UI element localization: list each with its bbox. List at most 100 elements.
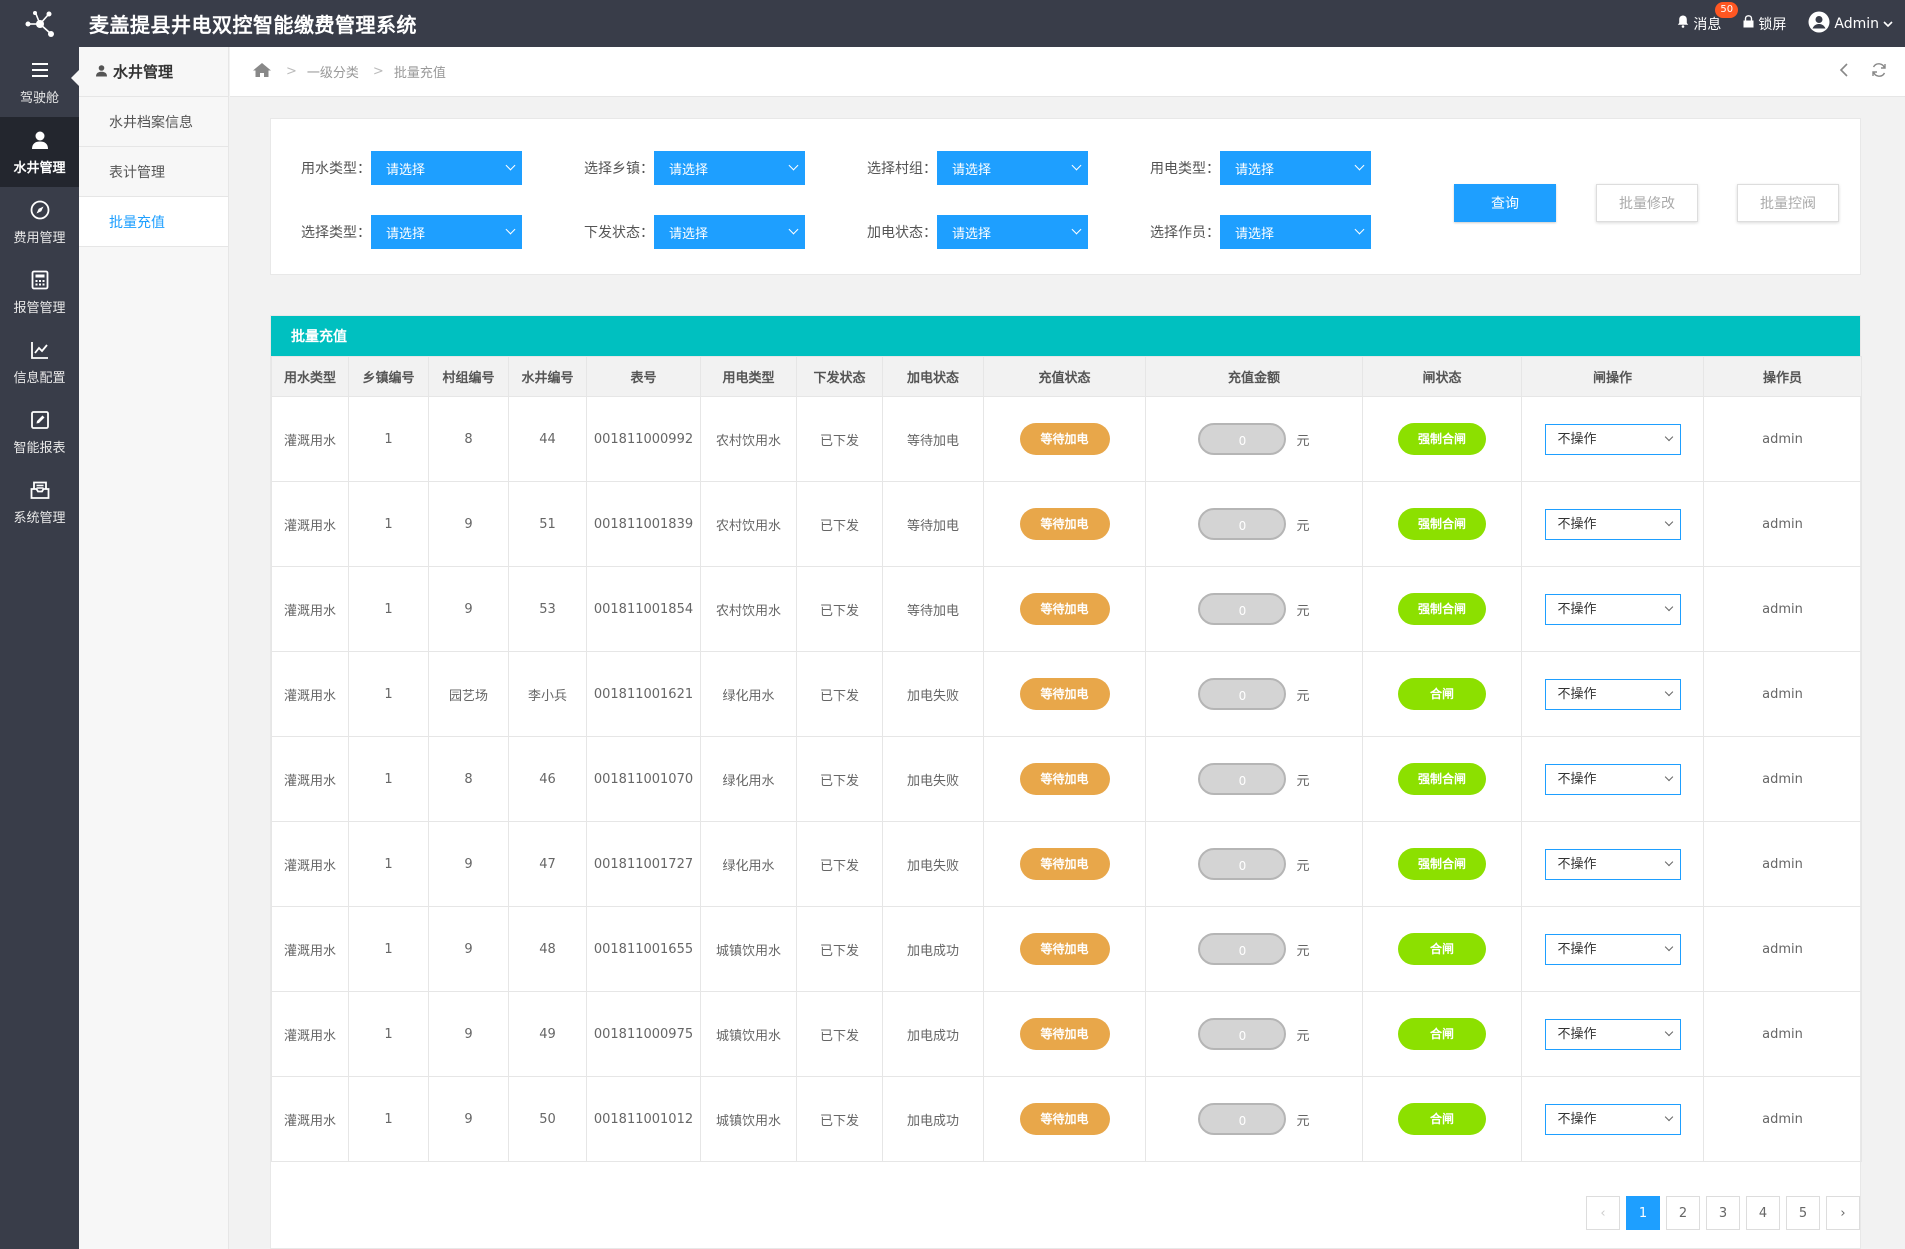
- sidebar-item-cockpit[interactable]: 驾驶舱: [0, 47, 79, 117]
- currency-unit: 元: [1296, 433, 1310, 449]
- recharge-amount-input[interactable]: 0: [1198, 1018, 1287, 1050]
- page-button[interactable]: 1: [1626, 1196, 1660, 1230]
- recharge-status-badge[interactable]: 等待加电: [1019, 1018, 1110, 1050]
- type-select[interactable]: 请选择: [371, 215, 522, 249]
- gate-status-badge[interactable]: 强制合闸: [1398, 508, 1486, 540]
- chevron-down-icon: [1354, 224, 1365, 235]
- breadcrumb-level1[interactable]: 一级分类: [307, 62, 359, 81]
- operator-select[interactable]: 请选择: [1220, 215, 1371, 249]
- chevron-down-icon: [788, 224, 799, 235]
- gate-operation-select[interactable]: 不操作: [1544, 423, 1681, 455]
- filter-type: 选择类型： 请选择: [271, 215, 554, 249]
- page-button[interactable]: 3: [1706, 1196, 1740, 1230]
- cell-meter: 001811001070: [586, 736, 701, 822]
- issue-status-select[interactable]: 请选择: [654, 215, 805, 249]
- cell-electricity-type: 城镇饮用水: [700, 906, 797, 992]
- column-header: 充值金额: [1145, 356, 1363, 397]
- inbox-icon: [30, 481, 49, 499]
- cell-town: 1: [348, 481, 429, 567]
- gate-operation-select[interactable]: 不操作: [1544, 933, 1681, 965]
- recharge-amount-input[interactable]: 0: [1198, 933, 1287, 965]
- next-page-button[interactable]: ›: [1826, 1196, 1860, 1230]
- gate-operation-select[interactable]: 不操作: [1544, 1103, 1681, 1135]
- page-button[interactable]: 2: [1666, 1196, 1700, 1230]
- batch-valve-button[interactable]: 批量控阀: [1737, 184, 1839, 222]
- gate-status-badge[interactable]: 合闸: [1398, 1018, 1486, 1050]
- recharge-status-badge[interactable]: 等待加电: [1019, 763, 1110, 795]
- chevron-down-icon: [505, 224, 516, 235]
- recharge-amount-input[interactable]: 0: [1198, 508, 1287, 540]
- gate-status-badge[interactable]: 强制合闸: [1398, 593, 1486, 625]
- recharge-table-panel: 批量充值 用水类型 乡镇编号 村组编号 水井编号 表号 用电类型 下发状态 加电…: [270, 315, 1862, 1249]
- recharge-status-badge[interactable]: 等待加电: [1019, 678, 1110, 710]
- submenu-item-batch-recharge[interactable]: 批量充值: [79, 197, 228, 247]
- cell-power-status: 加电成功: [882, 991, 984, 1077]
- query-button[interactable]: 查询: [1454, 184, 1556, 222]
- gate-operation-select[interactable]: 不操作: [1544, 1018, 1681, 1050]
- gate-operation-select[interactable]: 不操作: [1544, 848, 1681, 880]
- table-row: 灌溉用水 1 9 49 001811000975 城镇饮用水 已下发 加电成功 等待加电 0 元 合闸…: [271, 991, 1862, 1077]
- batch-edit-button[interactable]: 批量修改: [1596, 184, 1698, 222]
- messages-button[interactable]: 消息 50: [1677, 1, 1739, 34]
- cell-recharge-amount: 0元: [1145, 906, 1363, 992]
- filter-label: 用水类型：: [301, 161, 371, 177]
- gate-status-badge[interactable]: 强制合闸: [1398, 848, 1486, 880]
- user-menu[interactable]: Admin: [1808, 11, 1893, 37]
- back-icon[interactable]: [1839, 63, 1849, 81]
- gate-operation-select[interactable]: 不操作: [1544, 763, 1681, 795]
- home-icon[interactable]: [252, 62, 272, 82]
- column-header: 操作员: [1703, 356, 1862, 397]
- recharge-status-badge[interactable]: 等待加电: [1019, 1103, 1110, 1135]
- gate-status-badge[interactable]: 强制合闸: [1398, 423, 1486, 455]
- sidebar-item-fee-management[interactable]: 费用管理: [0, 187, 79, 257]
- gate-status-badge[interactable]: 合闸: [1398, 678, 1486, 710]
- prev-page-button[interactable]: ‹: [1586, 1196, 1620, 1230]
- recharge-status-badge[interactable]: 等待加电: [1019, 593, 1110, 625]
- town-select[interactable]: 请选择: [654, 151, 805, 185]
- page-button[interactable]: 4: [1746, 1196, 1780, 1230]
- sidebar-item-smart-reports[interactable]: 智能报表: [0, 397, 79, 467]
- refresh-icon[interactable]: [1871, 62, 1887, 82]
- sidebar-item-well-management[interactable]: 水井管理: [0, 117, 79, 187]
- cell-gate-status: 合闸: [1362, 991, 1522, 1077]
- compass-icon: [30, 200, 49, 219]
- cell-town: 1: [348, 821, 429, 907]
- column-header: 下发状态: [796, 356, 883, 397]
- recharge-status-badge[interactable]: 等待加电: [1019, 848, 1110, 880]
- lock-screen-button[interactable]: 锁屏: [1743, 14, 1786, 34]
- sidebar-item-report-management[interactable]: 报管管理: [0, 257, 79, 327]
- recharge-amount-input[interactable]: 0: [1198, 423, 1287, 455]
- recharge-status-badge[interactable]: 等待加电: [1019, 508, 1110, 540]
- cell-well: 50: [508, 1076, 587, 1162]
- recharge-amount-input[interactable]: 0: [1198, 1103, 1287, 1135]
- gate-status-badge[interactable]: 合闸: [1398, 1103, 1486, 1135]
- cell-recharge-status: 等待加电: [983, 396, 1146, 482]
- sidebar-item-system-management[interactable]: 系统管理: [0, 467, 79, 537]
- gate-operation-select[interactable]: 不操作: [1544, 678, 1681, 710]
- recharge-amount-input[interactable]: 0: [1198, 763, 1287, 795]
- recharge-status-badge[interactable]: 等待加电: [1019, 423, 1110, 455]
- filter-row-2: 选择类型： 请选择 下发状态： 请选择 加电状态： 请选择 选择作员： 请选择: [271, 215, 1403, 249]
- electricity-type-select[interactable]: 请选择: [1220, 151, 1371, 185]
- submenu-item-meter-management[interactable]: 表计管理: [79, 147, 228, 197]
- power-status-select[interactable]: 请选择: [937, 215, 1088, 249]
- logo-icon[interactable]: [0, 0, 79, 47]
- water-type-select[interactable]: 请选择: [371, 151, 522, 185]
- submenu-item-well-archive[interactable]: 水井档案信息: [79, 97, 228, 147]
- currency-unit: 元: [1296, 943, 1310, 959]
- recharge-status-badge[interactable]: 等待加电: [1019, 933, 1110, 965]
- recharge-amount-input[interactable]: 0: [1198, 678, 1287, 710]
- submenu: 水井管理 水井档案信息 表计管理 批量充值: [79, 47, 229, 1249]
- chevron-down-icon: [1883, 16, 1893, 32]
- filter-panel: 用水类型： 请选择 选择乡镇： 请选择 选择村组： 请选择 用电类型： 请选择 …: [270, 118, 1861, 275]
- village-select[interactable]: 请选择: [937, 151, 1088, 185]
- sidebar-item-info-config[interactable]: 信息配置: [0, 327, 79, 397]
- gate-operation-select[interactable]: 不操作: [1544, 508, 1681, 540]
- gate-operation-select[interactable]: 不操作: [1544, 593, 1681, 625]
- recharge-amount-input[interactable]: 0: [1198, 593, 1287, 625]
- gate-status-badge[interactable]: 强制合闸: [1398, 763, 1486, 795]
- gate-status-badge[interactable]: 合闸: [1398, 933, 1486, 965]
- page-button[interactable]: 5: [1786, 1196, 1820, 1230]
- app-title: 麦盖提县井电双控智能缴费管理系统: [89, 13, 417, 37]
- recharge-amount-input[interactable]: 0: [1198, 848, 1287, 880]
